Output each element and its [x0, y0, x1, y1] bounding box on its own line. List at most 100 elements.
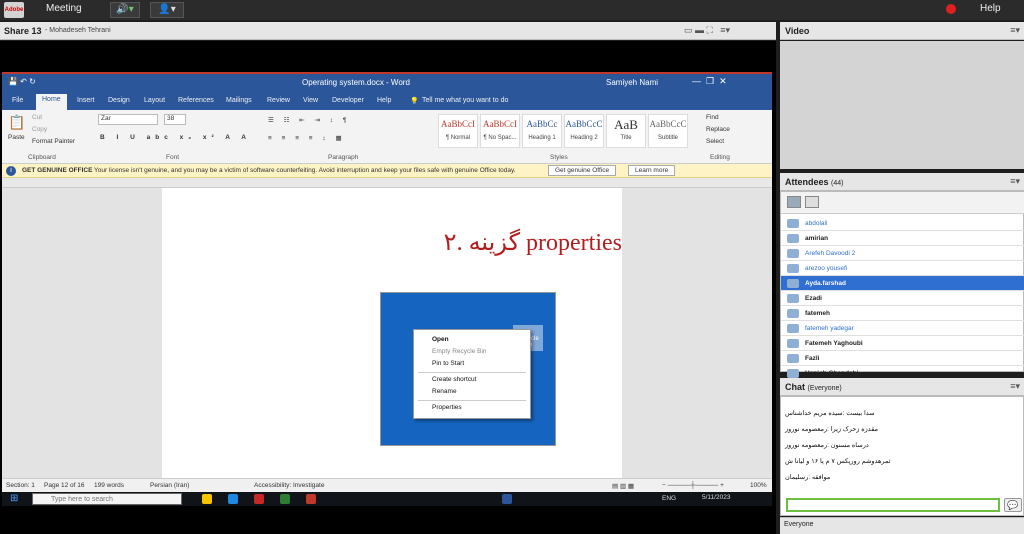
- view-mode-icons[interactable]: ▤ ▥ ▦: [612, 482, 634, 490]
- get-genuine-button[interactable]: Get genuine Office: [548, 165, 617, 176]
- font-name-select[interactable]: Zar: [98, 114, 158, 125]
- tab-layout[interactable]: Layout: [144, 97, 165, 104]
- tab-view[interactable]: View: [303, 97, 318, 104]
- user-status-icon[interactable]: [805, 196, 819, 208]
- chat-pod-header: Chat (Everyone) ≡▾: [780, 378, 1024, 396]
- signed-in-user[interactable]: Samiyeh Nami: [606, 78, 658, 87]
- pod-menu-icon[interactable]: ≡▾: [1010, 25, 1020, 36]
- ruler: [2, 178, 772, 188]
- send-icon[interactable]: 💬: [1004, 498, 1022, 512]
- menu-item-create-shortcut[interactable]: Create shortcut: [432, 376, 476, 383]
- file-explorer-icon[interactable]: [202, 494, 212, 504]
- attendees-toolbar: [781, 192, 1024, 214]
- attendee-row[interactable]: fatemeh yadegar: [781, 321, 1024, 336]
- style-heading-2[interactable]: AaBbCcC Heading 2: [564, 114, 604, 148]
- paste-button[interactable]: Paste: [8, 134, 25, 141]
- paste-icon[interactable]: 📋: [8, 114, 25, 131]
- zoom-slider[interactable]: − ─────┼───── +: [662, 482, 724, 489]
- tab-home[interactable]: Home: [36, 94, 67, 110]
- find-button[interactable]: Find: [706, 114, 719, 121]
- attendee-row[interactable]: Ayda.farshad: [781, 276, 1024, 291]
- menu-separator: [418, 372, 526, 373]
- document-title: Operating system.docx - Word: [302, 78, 410, 87]
- style-no-spacing[interactable]: AaBbCcI ¶ No Spac...: [480, 114, 520, 148]
- taskbar-language[interactable]: ENG: [662, 495, 676, 502]
- list-view-icon[interactable]: [787, 196, 801, 208]
- tab-insert[interactable]: Insert: [77, 97, 95, 104]
- attendee-row[interactable]: arezoo yousefi: [781, 261, 1024, 276]
- tab-file[interactable]: File: [12, 97, 23, 104]
- status-language[interactable]: Persian (Iran): [150, 482, 189, 489]
- font-size-select[interactable]: 38: [164, 114, 186, 125]
- tab-developer[interactable]: Developer: [332, 97, 364, 104]
- status-accessibility[interactable]: Accessibility: Investigate: [254, 482, 324, 489]
- status-page[interactable]: Page 12 of 16: [44, 482, 84, 489]
- excel-icon[interactable]: [280, 494, 290, 504]
- attendee-row[interactable]: Fazli: [781, 351, 1024, 366]
- font-format-buttons[interactable]: B I U abc x₂ x² A A: [100, 134, 251, 141]
- style-subtitle[interactable]: AaBbCcC Subtitle: [648, 114, 688, 148]
- speaker-icon[interactable]: 🔊▾: [110, 2, 140, 18]
- lightbulb-icon[interactable]: 💡: [410, 97, 419, 105]
- menu-item-rename[interactable]: Rename: [432, 388, 457, 395]
- everyone-tab[interactable]: Everyone: [784, 521, 814, 528]
- attendee-row[interactable]: Arefeh Davoodi 2: [781, 246, 1024, 261]
- record-indicator-icon[interactable]: [946, 4, 956, 14]
- alignment-buttons[interactable]: ≡ ≡ ≡ ≡ ↕ ▦: [268, 134, 346, 142]
- word-icon[interactable]: [502, 494, 512, 504]
- taskbar-date[interactable]: 5/11/2023: [702, 494, 730, 501]
- document-page[interactable]: ۲. گزینه properties 🗑Recycle Bin Open Em…: [162, 188, 622, 478]
- learn-more-button[interactable]: Learn more: [628, 165, 676, 176]
- pdf-icon[interactable]: [254, 494, 264, 504]
- attendees-pod-title: Attendees (44): [785, 177, 844, 187]
- attendee-name: Fatemeh Yaghoubi: [805, 340, 863, 347]
- quick-access-icons[interactable]: 💾 ↶ ↻: [8, 77, 36, 86]
- menu-item-pin-to-start[interactable]: Pin to Start: [432, 360, 464, 367]
- help-menu[interactable]: Help: [980, 3, 1001, 14]
- windows-start-icon[interactable]: ⊞: [10, 493, 18, 504]
- user-icon[interactable]: 👤▾: [150, 2, 184, 18]
- zoom-level[interactable]: 100%: [750, 482, 767, 489]
- attendee-row[interactable]: Fatemeh Yaghoubi: [781, 336, 1024, 351]
- chat-message: موافقه :رسلیمان: [785, 474, 831, 481]
- chat-input[interactable]: [786, 498, 1000, 512]
- attendees-list: abdolali amirian Arefeh Davoodi 2 arezoo yo…: [780, 191, 1024, 381]
- attendee-row[interactable]: Ezadi: [781, 291, 1024, 306]
- replace-button[interactable]: Replace: [706, 126, 730, 133]
- menu-item-properties[interactable]: Properties: [432, 404, 462, 411]
- edge-icon[interactable]: [228, 494, 238, 504]
- menu-item-empty-recycle-bin[interactable]: Empty Recycle Bin: [432, 348, 487, 355]
- embedded-screenshot[interactable]: 🗑Recycle Bin Open Empty Recycle Bin Pin …: [380, 292, 556, 446]
- share-view-controls[interactable]: ▭ ▬ ⛶ ≡▾: [684, 25, 774, 38]
- select-button[interactable]: Select: [706, 138, 724, 145]
- style-heading-1[interactable]: AaBbCc Heading 1: [522, 114, 562, 148]
- attendee-icon: [787, 264, 799, 273]
- attendee-row[interactable]: fatemeh: [781, 306, 1024, 321]
- group-paragraph-label: Paragraph: [328, 154, 359, 161]
- window-controls[interactable]: — ❐ ✕: [692, 76, 727, 87]
- tab-design[interactable]: Design: [108, 97, 130, 104]
- tell-me-search[interactable]: Tell me what you want to do: [422, 97, 508, 104]
- pod-menu-icon[interactable]: ≡▾: [1010, 176, 1020, 187]
- tab-references[interactable]: References: [178, 97, 214, 104]
- paragraph-buttons[interactable]: ☰ ☷ ⇤ ⇥ ↕ ¶: [268, 116, 350, 124]
- status-words[interactable]: 199 words: [94, 482, 124, 489]
- cut-button[interactable]: Cut: [32, 114, 42, 121]
- copy-button[interactable]: Copy: [32, 126, 47, 133]
- menu-item-open[interactable]: Open: [432, 336, 449, 343]
- pod-menu-icon[interactable]: ≡▾: [1010, 381, 1020, 392]
- attendee-icon: [787, 294, 799, 303]
- style-title[interactable]: AaB Title: [606, 114, 646, 148]
- attendee-row[interactable]: amirian: [781, 231, 1024, 246]
- tab-help[interactable]: Help: [377, 97, 391, 104]
- meeting-menu[interactable]: Meeting: [46, 3, 82, 14]
- tab-review[interactable]: Review: [267, 97, 290, 104]
- powerpoint-icon[interactable]: [306, 494, 316, 504]
- tab-mailings[interactable]: Mailings: [226, 97, 252, 104]
- taskbar-search[interactable]: Type here to search: [32, 493, 182, 505]
- style-normal[interactable]: AaBbCcI ¶ Normal: [438, 114, 478, 148]
- attendee-row[interactable]: abdolali: [781, 216, 1024, 231]
- attendee-name: abdolali: [805, 220, 828, 227]
- status-section: Section: 1: [6, 482, 35, 489]
- format-painter-button[interactable]: Format Painter: [32, 138, 75, 145]
